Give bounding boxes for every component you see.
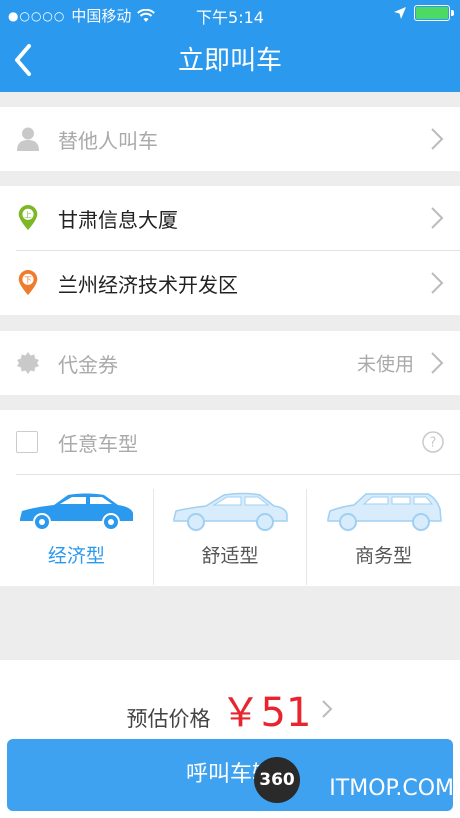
car-option-label: 经济型 <box>47 545 105 567</box>
svg-text:?: ? <box>430 436 437 451</box>
car-type-options: 经济型 舒适型 商务型 <box>0 475 460 585</box>
comfort-car-icon <box>173 492 288 531</box>
watermark-site: ITMOP.COM <box>329 776 454 801</box>
coupon-label: 代金券 <box>58 352 118 377</box>
page-title: 立即叫车 <box>177 46 282 76</box>
any-car-type-label: 任意车型 <box>58 431 138 456</box>
coupon-section: 代金券 未使用 <box>0 331 460 395</box>
price-label: 预估价格 <box>126 707 211 731</box>
chevron-right-icon <box>431 128 444 150</box>
watermark-badge: 360 <box>254 757 300 803</box>
pickup-row[interactable]: 上 甘肃信息大厦 <box>0 186 460 250</box>
chevron-right-icon <box>322 700 333 718</box>
call-for-others-label: 替他人叫车 <box>58 128 158 153</box>
any-car-type-checkbox[interactable] <box>16 431 38 453</box>
dropoff-pin-icon: 下 <box>18 270 38 296</box>
chevron-right-icon <box>431 352 444 374</box>
car-option-label: 商务型 <box>355 545 413 567</box>
chevron-right-icon <box>431 272 444 294</box>
car-type-section: 任意车型 ? 经济型 舒适型 商务型 <box>0 410 460 586</box>
chevron-right-icon <box>431 207 444 229</box>
mpv-icon <box>326 493 442 531</box>
car-option-comfort[interactable]: 舒适型 <box>152 489 307 585</box>
coupon-row[interactable]: 代金券 未使用 <box>0 331 460 395</box>
status-time: 下午5:14 <box>196 8 264 27</box>
call-for-others-row[interactable]: 替他人叫车 <box>0 107 460 171</box>
dropoff-row[interactable]: 下 兰州经济技术开发区 <box>0 251 460 315</box>
coupon-status: 未使用 <box>356 353 414 376</box>
header-bar: ●○○○○ 中国移动 下午5:14 立即叫车 <box>0 0 460 92</box>
estimated-price[interactable]: 预估价格 ￥51 <box>0 680 460 738</box>
car-option-economy[interactable]: 经济型 <box>0 489 153 585</box>
pickup-pin-icon: 上 <box>18 205 38 231</box>
dropoff-label: 兰州经济技术开发区 <box>58 272 238 297</box>
location-arrow-icon <box>394 7 406 19</box>
car-option-business[interactable]: 商务型 <box>306 489 460 585</box>
person-icon <box>17 127 39 151</box>
price-value: ￥51 <box>220 690 312 736</box>
pickup-label: 甘肃信息大厦 <box>58 207 178 232</box>
battery-icon <box>414 5 454 21</box>
route-section: 上 甘肃信息大厦 下 兰州经济技术开发区 <box>0 186 460 315</box>
svg-text:上: 上 <box>24 211 32 220</box>
sedan-icon <box>20 493 134 531</box>
help-icon[interactable]: ? <box>422 431 444 453</box>
status-bar: ●○○○○ 中国移动 下午5:14 <box>0 0 460 28</box>
any-car-type-row[interactable]: 任意车型 ? <box>0 410 460 474</box>
svg-text:下: 下 <box>24 276 31 285</box>
car-option-label: 舒适型 <box>201 545 259 567</box>
coupon-badge-icon <box>17 352 39 374</box>
passenger-section: 替他人叫车 <box>0 107 460 171</box>
